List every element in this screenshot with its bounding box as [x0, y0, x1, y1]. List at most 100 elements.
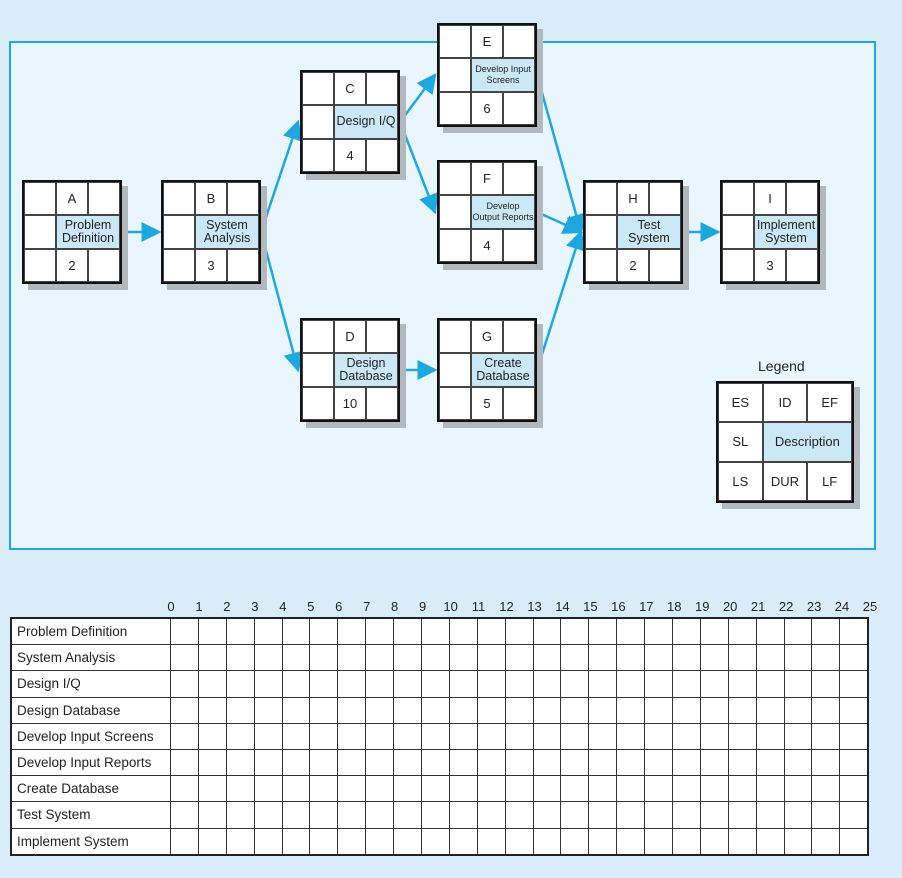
gantt-cell[interactable] [281, 696, 311, 724]
gantt-cell[interactable] [421, 748, 450, 777]
gantt-cell[interactable] [699, 670, 729, 698]
gantt-cell[interactable] [532, 827, 562, 856]
gantt-cell[interactable] [811, 644, 841, 672]
gantt-cell[interactable] [504, 801, 534, 829]
gantt-cell[interactable] [727, 775, 757, 803]
gantt-cell[interactable] [644, 696, 674, 724]
gantt-cell[interactable] [170, 801, 199, 829]
gantt-cell[interactable] [421, 696, 450, 724]
gantt-cell[interactable] [476, 696, 506, 724]
gantt-cell[interactable] [727, 748, 757, 777]
gantt-cell[interactable] [225, 775, 255, 803]
gantt-cell[interactable] [588, 801, 618, 829]
gantt-cell[interactable] [560, 775, 590, 803]
gantt-cell[interactable] [281, 722, 311, 750]
gantt-cell[interactable] [839, 775, 869, 803]
gantt-cell[interactable] [225, 670, 255, 698]
gantt-cell[interactable] [755, 670, 785, 698]
gantt-cell[interactable] [672, 644, 701, 672]
gantt-cell[interactable] [421, 617, 450, 646]
gantt-cell[interactable] [727, 617, 757, 646]
gantt-cell[interactable] [197, 644, 227, 672]
gantt-cell[interactable] [225, 696, 255, 724]
gantt-cell[interactable] [365, 696, 395, 724]
gantt-cell[interactable] [672, 748, 701, 777]
gantt-cell[interactable] [672, 617, 701, 646]
gantt-cell[interactable] [783, 696, 813, 724]
gantt-cell[interactable] [644, 617, 674, 646]
gantt-cell[interactable] [281, 644, 311, 672]
gantt-cell[interactable] [588, 827, 618, 856]
gantt-cell[interactable] [253, 775, 283, 803]
gantt-cell[interactable] [197, 670, 227, 698]
gantt-cell[interactable] [644, 748, 674, 777]
gantt-cell[interactable] [197, 722, 227, 750]
gantt-cell[interactable] [560, 722, 590, 750]
gantt-cell[interactable] [644, 801, 674, 829]
gantt-cell[interactable] [448, 748, 478, 777]
gantt-cell[interactable] [476, 670, 506, 698]
gantt-cell[interactable] [476, 827, 506, 856]
gantt-cell[interactable] [421, 827, 450, 856]
gantt-cell[interactable] [476, 722, 506, 750]
gantt-cell[interactable] [504, 722, 534, 750]
gantt-cell[interactable] [170, 775, 199, 803]
gantt-cell[interactable] [309, 670, 339, 698]
gantt-cell[interactable] [644, 670, 674, 698]
gantt-cell[interactable] [476, 801, 506, 829]
gantt-cell[interactable] [616, 617, 646, 646]
gantt-cell[interactable] [699, 696, 729, 724]
gantt-cell[interactable] [504, 775, 534, 803]
gantt-cell[interactable] [699, 722, 729, 750]
gantt-cell[interactable] [588, 696, 618, 724]
gantt-cell[interactable] [672, 722, 701, 750]
gantt-cell[interactable] [309, 617, 339, 646]
gantt-cell[interactable] [811, 722, 841, 750]
gantt-cell[interactable] [197, 775, 227, 803]
gantt-cell[interactable] [170, 644, 199, 672]
gantt-cell[interactable] [448, 775, 478, 803]
gantt-cell[interactable] [448, 801, 478, 829]
gantt-cell[interactable] [393, 617, 423, 646]
gantt-cell[interactable] [393, 722, 423, 750]
gantt-cell[interactable] [337, 827, 367, 856]
gantt-cell[interactable] [281, 670, 311, 698]
gantt-cell[interactable] [365, 827, 395, 856]
gantt-cell[interactable] [560, 617, 590, 646]
gantt-cell[interactable] [504, 617, 534, 646]
gantt-cell[interactable] [170, 748, 199, 777]
gantt-cell[interactable] [755, 801, 785, 829]
gantt-cell[interactable] [588, 617, 618, 646]
gantt-cell[interactable] [197, 748, 227, 777]
gantt-cell[interactable] [504, 827, 534, 856]
gantt-cell[interactable] [225, 748, 255, 777]
gantt-cell[interactable] [644, 775, 674, 803]
gantt-cell[interactable] [281, 617, 311, 646]
gantt-cell[interactable] [755, 722, 785, 750]
gantt-cell[interactable] [170, 670, 199, 698]
gantt-cell[interactable] [699, 827, 729, 856]
gantt-cell[interactable] [727, 801, 757, 829]
gantt-cell[interactable] [225, 644, 255, 672]
gantt-cell[interactable] [783, 748, 813, 777]
gantt-cell[interactable] [532, 644, 562, 672]
gantt-cell[interactable] [309, 775, 339, 803]
gantt-cell[interactable] [421, 644, 450, 672]
gantt-cell[interactable] [616, 644, 646, 672]
gantt-cell[interactable] [309, 801, 339, 829]
gantt-cell[interactable] [560, 801, 590, 829]
gantt-cell[interactable] [839, 748, 869, 777]
gantt-cell[interactable] [644, 644, 674, 672]
gantt-cell[interactable] [504, 644, 534, 672]
gantt-cell[interactable] [393, 748, 423, 777]
gantt-cell[interactable] [560, 644, 590, 672]
gantt-cell[interactable] [448, 670, 478, 698]
gantt-cell[interactable] [309, 696, 339, 724]
gantt-cell[interactable] [839, 801, 869, 829]
gantt-cell[interactable] [253, 644, 283, 672]
gantt-cell[interactable] [225, 827, 255, 856]
gantt-cell[interactable] [839, 644, 869, 672]
gantt-cell[interactable] [253, 748, 283, 777]
gantt-cell[interactable] [170, 827, 199, 856]
gantt-cell[interactable] [309, 722, 339, 750]
